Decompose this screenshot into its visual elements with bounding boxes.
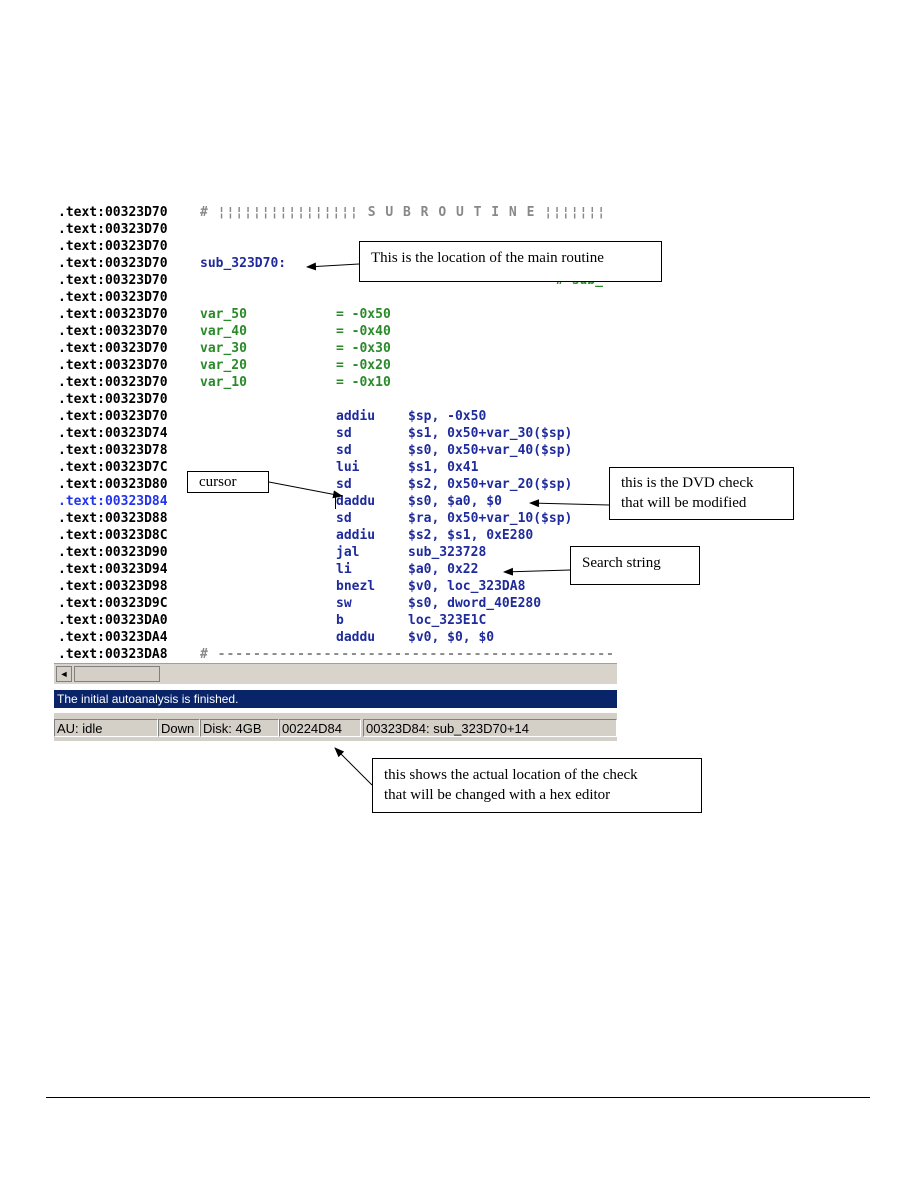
arrow-cursor (268, 481, 343, 499)
annotated-screenshot: .text:00323D70 # ¦¦¦¦¦¦¦¦¦¦¦¦¦¦¦¦ S U B … (54, 201, 797, 815)
annotation-arrows (268, 262, 610, 786)
arrow-dvd-check (529, 499, 610, 508)
arrow-main-routine (306, 262, 360, 271)
footer-divider (46, 1097, 870, 1098)
arrow-actual-location (334, 747, 373, 786)
arrow-search-string (503, 567, 571, 576)
